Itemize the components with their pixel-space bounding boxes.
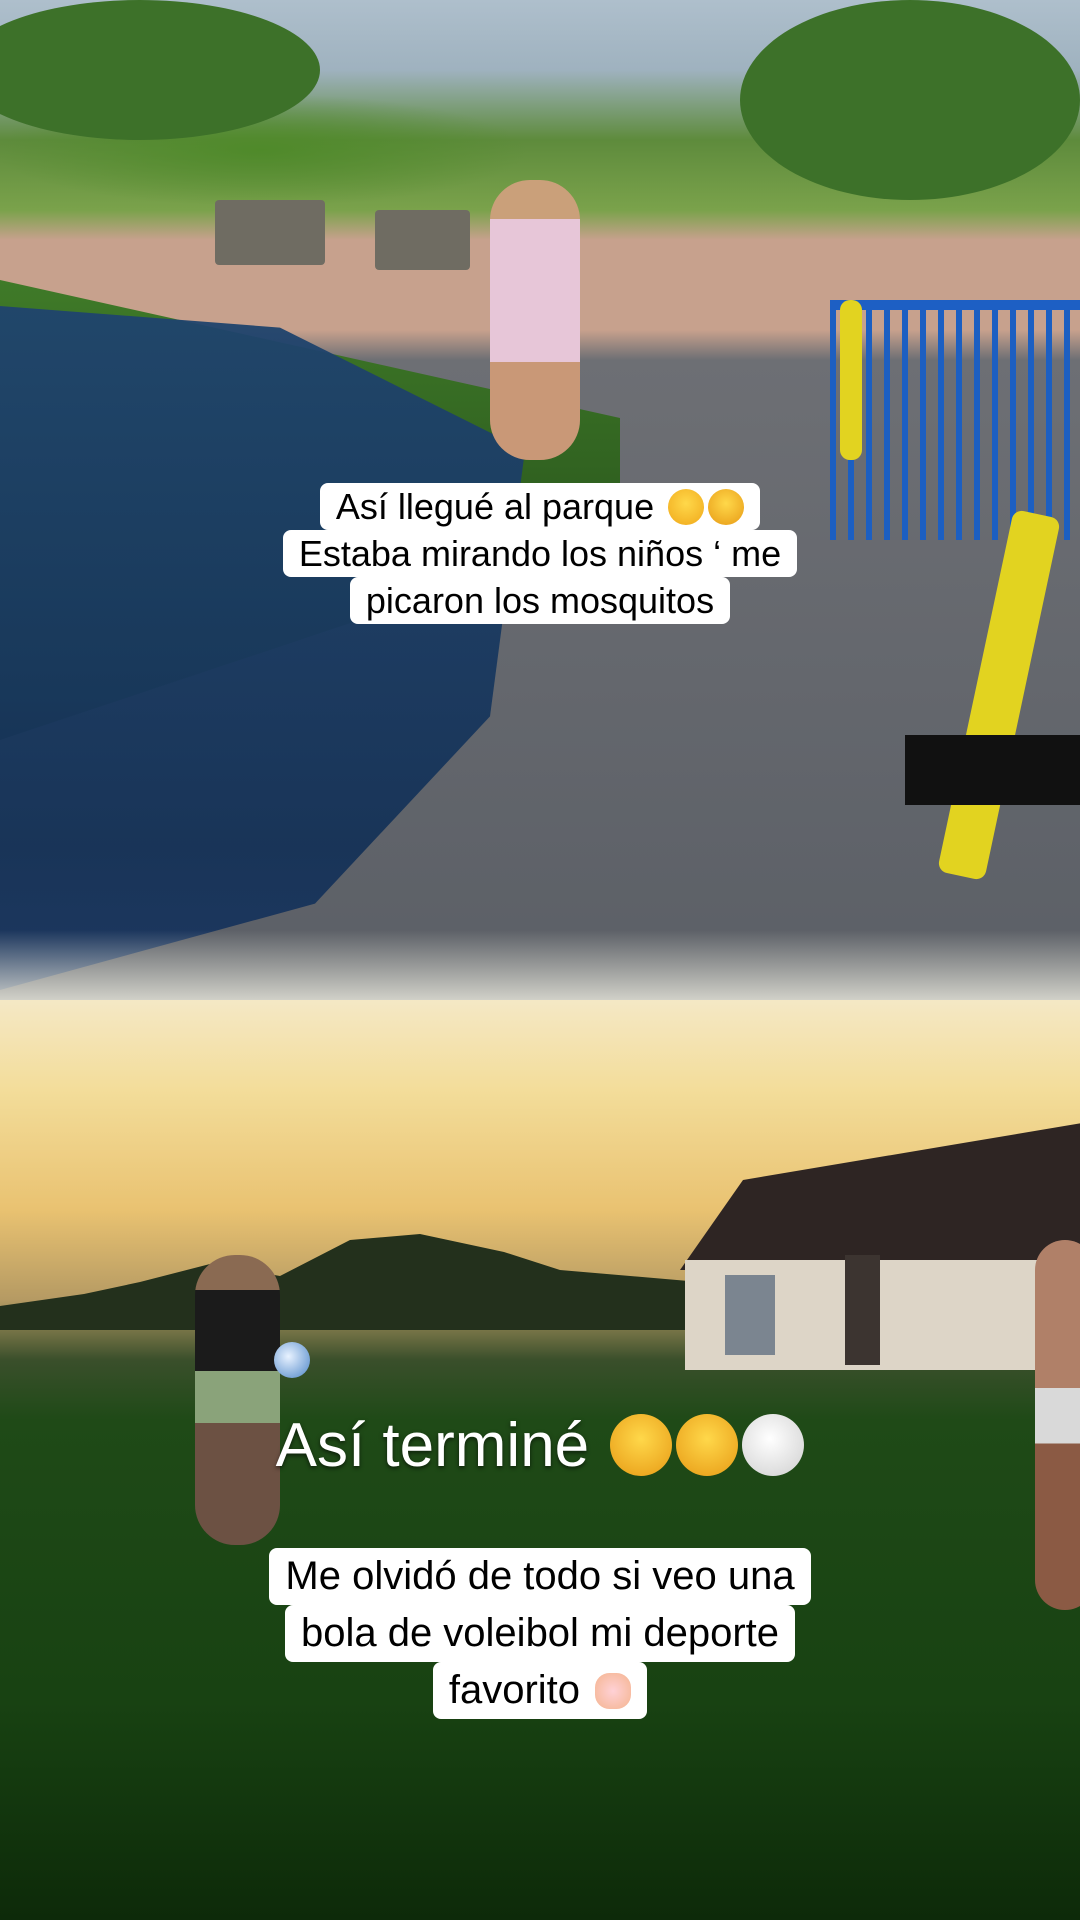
- treeline: [0, 1234, 700, 1330]
- bench-2: [375, 210, 470, 270]
- tree-right: [740, 0, 1080, 200]
- woman-holding-volleyball: [195, 1255, 280, 1545]
- caption-bottom-line-3: favorito: [432, 1662, 648, 1719]
- joy-emoji-icon: [668, 489, 705, 525]
- overlay-text-label: Así terminé: [275, 1411, 590, 1480]
- weary-emoji-icon: [610, 1414, 673, 1476]
- yellow-pole-1: [840, 300, 862, 460]
- wink-emoji-icon: [676, 1414, 739, 1476]
- caption-bottom-line-2: bola de voleibol mi deporte: [284, 1605, 796, 1662]
- building-door: [845, 1255, 880, 1365]
- caption-bottom: Me olvidó de todo si veo una bola de vol…: [0, 1548, 1080, 1719]
- blue-path: [0, 306, 525, 990]
- caption-bottom-line-1: Me olvidó de todo si veo una: [269, 1548, 811, 1605]
- playground-step: [905, 735, 1080, 805]
- weary-emoji-icon: [708, 489, 745, 525]
- garage-door: [725, 1275, 775, 1355]
- woman-pink-dress: [490, 180, 580, 460]
- white-circle-emoji-icon: [742, 1414, 805, 1476]
- overlay-text-middle: Así terminé: [0, 1410, 1080, 1481]
- tree-left: [0, 0, 320, 140]
- bench-1: [215, 200, 325, 265]
- caption-top-line-3: picaron los mosquitos: [349, 577, 731, 624]
- volleyball: [274, 1342, 310, 1378]
- heart-hands-emoji-icon: [595, 1673, 632, 1709]
- caption-top: Así llegué al parque Estaba mirando los …: [0, 483, 1080, 624]
- caption-top-line-2: Estaba mirando los niños ‘ me: [282, 530, 798, 577]
- caption-top-line-1: Así llegué al parque: [319, 483, 761, 530]
